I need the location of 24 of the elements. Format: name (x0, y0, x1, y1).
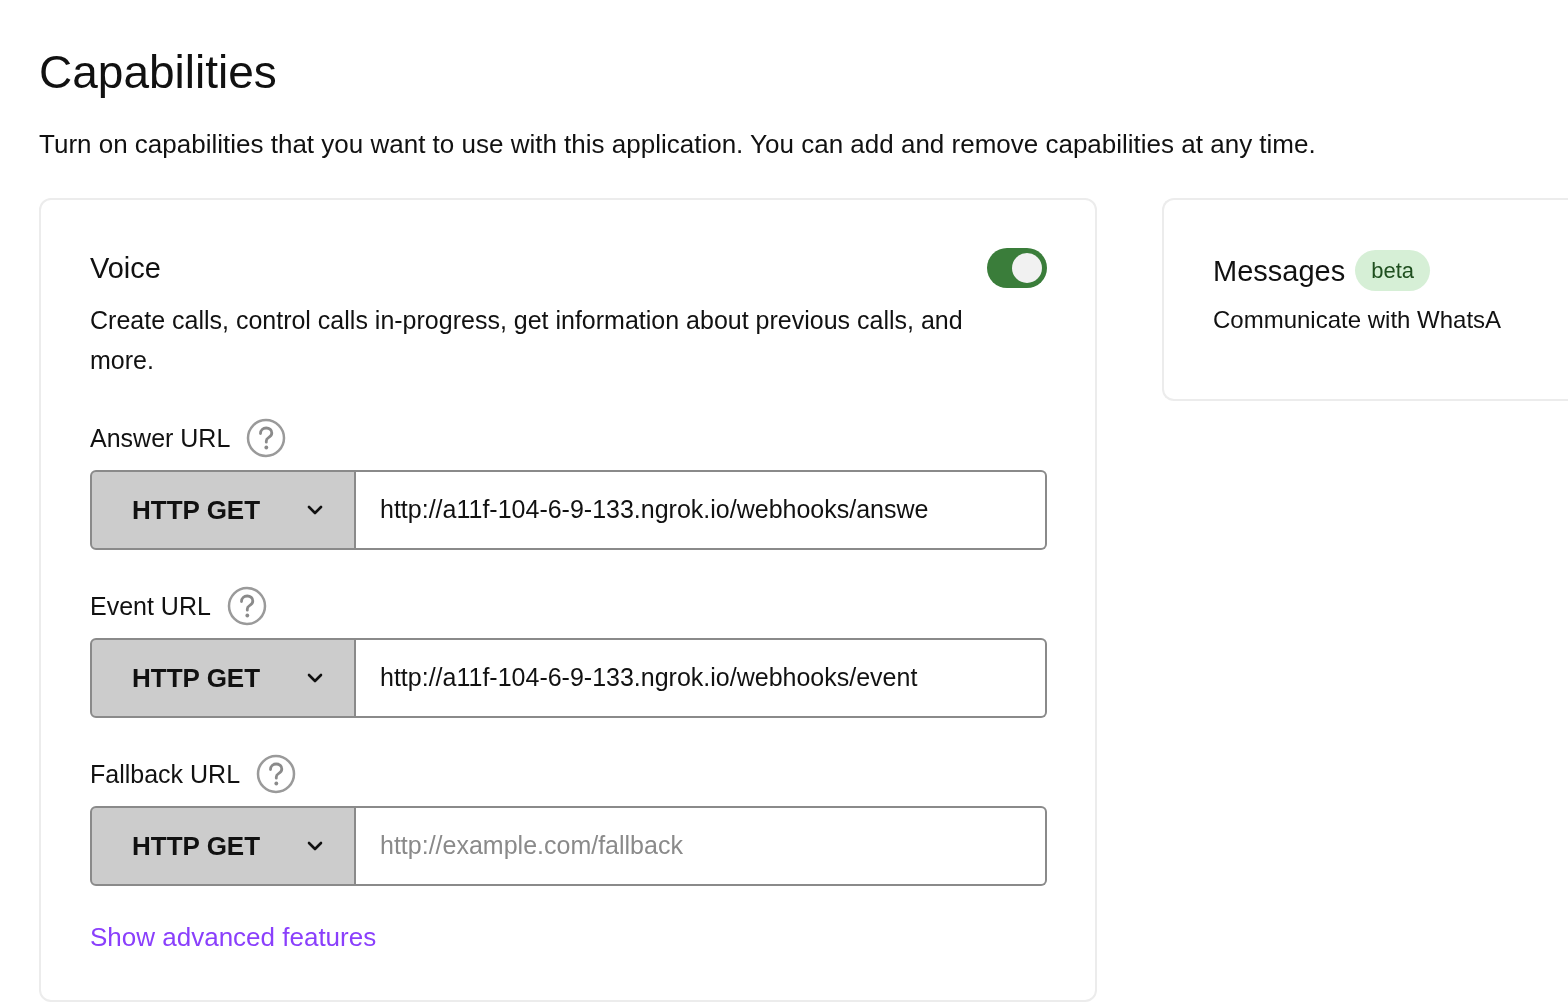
url-input[interactable]: http://a11f-104-6-9-133.ngrok.io/webhooks/answe (356, 470, 1047, 550)
capability-title: Messages (1213, 253, 1346, 289)
capability-description: Create calls, control calls in-progress, get information about previous calls, and more. (90, 305, 964, 376)
help-icon[interactable] (226, 586, 267, 626)
advanced-features-link[interactable]: Show advanced features (90, 920, 377, 954)
beta-badge: beta (1355, 250, 1430, 291)
page-title: Capabilities (39, 46, 278, 98)
field-label: Fallback URL (90, 759, 241, 790)
field-label: Event URL (90, 591, 211, 622)
url-input[interactable]: http://example.com/fallback (356, 806, 1047, 886)
method-dropdown[interactable]: HTTP GET (90, 806, 356, 886)
help-icon[interactable] (256, 754, 297, 794)
field-label: Answer URL (90, 423, 231, 454)
toggle-switch[interactable] (987, 248, 1047, 288)
capability-title: Voice (90, 251, 161, 286)
help-icon[interactable] (246, 418, 287, 458)
chevron-down-icon (306, 672, 324, 684)
method-dropdown[interactable]: HTTP GET (90, 470, 356, 550)
method-dropdown[interactable]: HTTP GET (90, 638, 356, 718)
capability-description: Communicate with WhatsA (1213, 305, 1503, 335)
url-input[interactable]: http://a11f-104-6-9-133.ngrok.io/webhooks/event (356, 638, 1047, 718)
chevron-down-icon (306, 840, 324, 852)
chevron-down-icon (306, 504, 324, 516)
page-description: Turn on capabilities that you want to use with this application. You can add and remove capabilities at any time. (39, 128, 1317, 160)
